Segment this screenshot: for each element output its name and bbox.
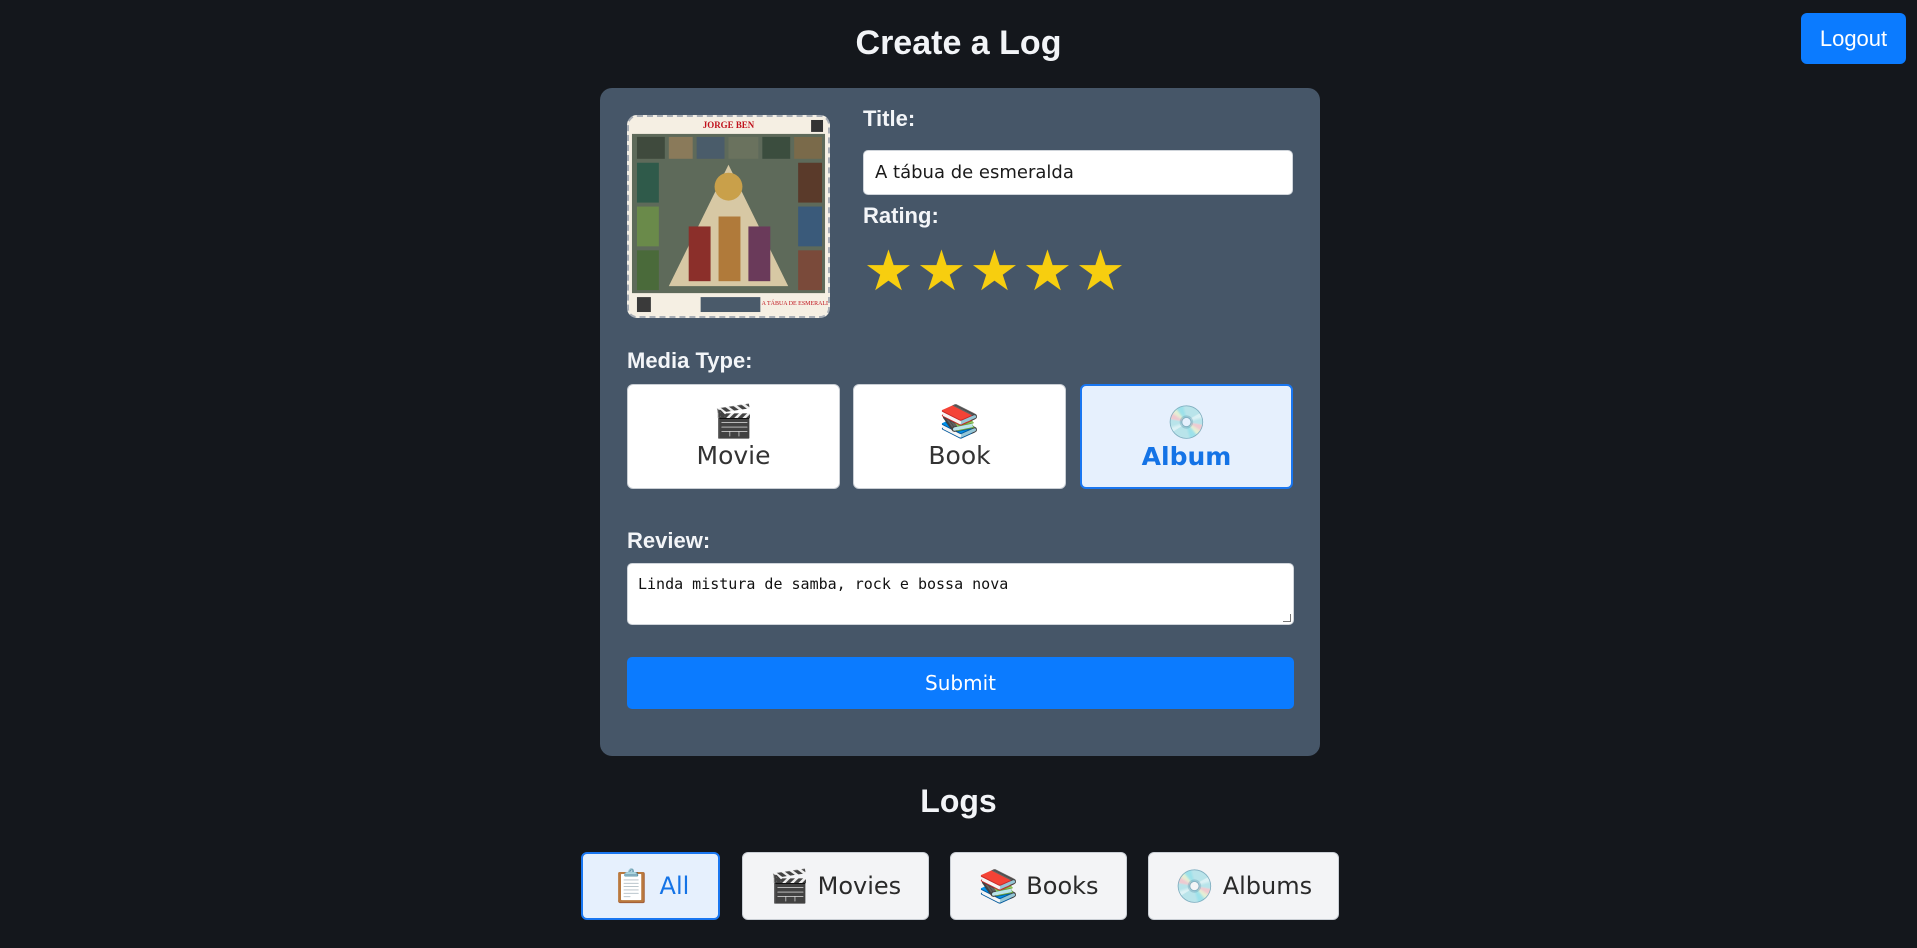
- album-cover-image: JORGE BEN A TÁBUA DE ESMERALDA: [627, 115, 830, 318]
- logs-title: Logs: [920, 783, 997, 819]
- filter-albums-button[interactable]: 💿 Albums: [1148, 852, 1339, 920]
- media-type-book-button[interactable]: 📚 Book: [853, 384, 1066, 489]
- books-icon: 📚: [939, 402, 980, 440]
- star-icon[interactable]: ★: [1021, 243, 1074, 299]
- clapper-icon: 🎬: [769, 867, 810, 905]
- cover-album-text: A TÁBUA DE ESMERALDA: [762, 299, 828, 307]
- star-icon[interactable]: ★: [1074, 243, 1127, 299]
- rating-label: Rating:: [863, 203, 939, 228]
- star-icon[interactable]: ★: [968, 243, 1021, 299]
- review-text: Linda mistura de samba, rock e bossa nov…: [638, 575, 1009, 593]
- media-type-label: Media Type:: [627, 348, 753, 373]
- star-icon[interactable]: ★: [862, 243, 915, 299]
- submit-button[interactable]: Submit: [627, 657, 1294, 709]
- title-input[interactable]: A tábua de esmeralda: [863, 150, 1293, 195]
- filter-label: All: [659, 872, 690, 900]
- star-icon[interactable]: ★: [915, 243, 968, 299]
- filter-all-button[interactable]: 📋 All: [581, 852, 720, 920]
- disc-icon: 💿: [1174, 867, 1215, 905]
- review-textarea[interactable]: Linda mistura de samba, rock e bossa nov…: [627, 563, 1294, 625]
- resize-handle-icon[interactable]: [1283, 614, 1291, 622]
- page-title: Create a Log: [855, 24, 1062, 62]
- create-log-form: JORGE BEN A TÁBUA DE ESMERALDA Title: A …: [600, 88, 1320, 756]
- filter-label: Books: [1026, 872, 1099, 900]
- clipboard-icon: 📋: [611, 867, 652, 905]
- filter-label: Albums: [1222, 872, 1313, 900]
- filter-label: Movies: [817, 872, 902, 900]
- clapper-icon: 🎬: [713, 402, 754, 440]
- filter-books-button[interactable]: 📚 Books: [950, 852, 1127, 920]
- media-type-label-text: Album: [1141, 442, 1232, 471]
- rating-stars: ★ ★ ★ ★ ★: [862, 243, 1127, 299]
- cover-art: JORGE BEN A TÁBUA DE ESMERALDA: [629, 117, 828, 316]
- disc-icon: 💿: [1166, 403, 1207, 441]
- media-type-album-button[interactable]: 💿 Album: [1080, 384, 1293, 489]
- media-type-label-text: Movie: [696, 441, 771, 470]
- cover-artist-text: JORGE BEN: [703, 120, 755, 130]
- title-label: Title:: [863, 106, 916, 131]
- media-type-label-text: Book: [928, 441, 991, 470]
- filter-movies-button[interactable]: 🎬 Movies: [742, 852, 929, 920]
- books-icon: 📚: [978, 867, 1019, 905]
- media-type-movie-button[interactable]: 🎬 Movie: [627, 384, 840, 489]
- review-label: Review:: [627, 528, 711, 553]
